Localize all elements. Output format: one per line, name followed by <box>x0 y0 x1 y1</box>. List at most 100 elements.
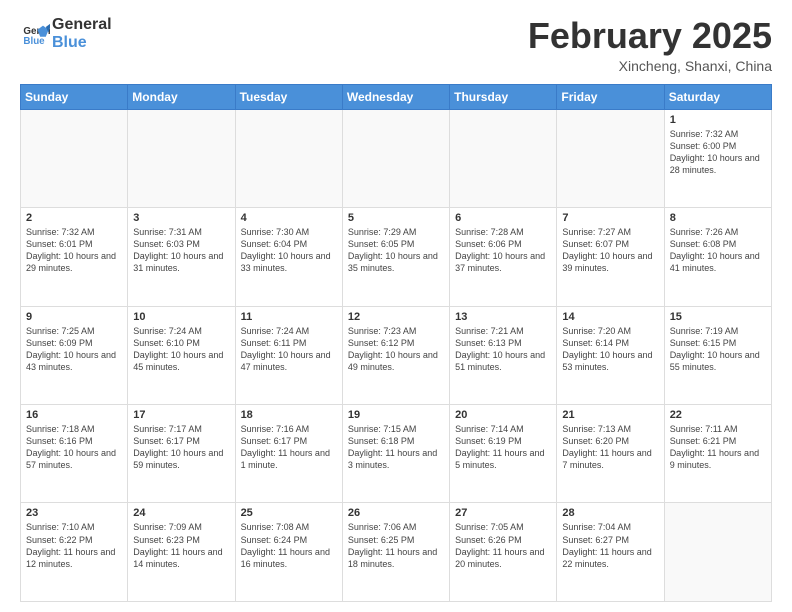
day-cell: 4 Sunrise: 7:30 AM Sunset: 6:04 PM Daylig… <box>235 208 342 306</box>
day-info: Sunrise: 7:28 AM Sunset: 6:06 PM Dayligh… <box>455 226 551 275</box>
day-number: 7 <box>562 212 658 224</box>
week-row-3: 9 Sunrise: 7:25 AM Sunset: 6:09 PM Daylig… <box>21 306 772 404</box>
day-info: Sunrise: 7:32 AM Sunset: 6:00 PM Dayligh… <box>670 128 766 177</box>
day-number: 2 <box>26 212 122 224</box>
day-number: 27 <box>455 507 551 519</box>
day-info: Sunrise: 7:23 AM Sunset: 6:12 PM Dayligh… <box>348 325 444 374</box>
day-cell: 15 Sunrise: 7:19 AM Sunset: 6:15 PM Dayli… <box>664 306 771 404</box>
day-number: 26 <box>348 507 444 519</box>
weekday-saturday: Saturday <box>664 84 771 109</box>
day-info: Sunrise: 7:20 AM Sunset: 6:14 PM Dayligh… <box>562 325 658 374</box>
day-cell: 27 Sunrise: 7:05 AM Sunset: 6:26 PM Dayli… <box>450 503 557 602</box>
day-cell <box>450 109 557 207</box>
day-info: Sunrise: 7:25 AM Sunset: 6:09 PM Dayligh… <box>26 325 122 374</box>
day-info: Sunrise: 7:21 AM Sunset: 6:13 PM Dayligh… <box>455 325 551 374</box>
day-info: Sunrise: 7:27 AM Sunset: 6:07 PM Dayligh… <box>562 226 658 275</box>
day-cell: 7 Sunrise: 7:27 AM Sunset: 6:07 PM Daylig… <box>557 208 664 306</box>
day-number: 14 <box>562 311 658 323</box>
day-cell: 20 Sunrise: 7:14 AM Sunset: 6:19 PM Dayli… <box>450 405 557 503</box>
day-info: Sunrise: 7:09 AM Sunset: 6:23 PM Dayligh… <box>133 521 229 570</box>
day-info: Sunrise: 7:26 AM Sunset: 6:08 PM Dayligh… <box>670 226 766 275</box>
day-number: 12 <box>348 311 444 323</box>
day-info: Sunrise: 7:04 AM Sunset: 6:27 PM Dayligh… <box>562 521 658 570</box>
day-info: Sunrise: 7:19 AM Sunset: 6:15 PM Dayligh… <box>670 325 766 374</box>
day-info: Sunrise: 7:29 AM Sunset: 6:05 PM Dayligh… <box>348 226 444 275</box>
day-cell: 17Sunrise: 7:17 AM Sunset: 6:17 PM Dayli… <box>128 405 235 503</box>
day-cell: 11Sunrise: 7:24 AM Sunset: 6:11 PM Dayli… <box>235 306 342 404</box>
weekday-monday: Monday <box>128 84 235 109</box>
weekday-sunday: Sunday <box>21 84 128 109</box>
day-cell <box>235 109 342 207</box>
day-cell: 19Sunrise: 7:15 AM Sunset: 6:18 PM Dayli… <box>342 405 449 503</box>
day-number: 15 <box>670 311 766 323</box>
day-number: 18 <box>241 409 337 421</box>
weekday-thursday: Thursday <box>450 84 557 109</box>
day-cell: 26 Sunrise: 7:06 AM Sunset: 6:25 PM Dayli… <box>342 503 449 602</box>
day-cell: 13 Sunrise: 7:21 AM Sunset: 6:13 PM Dayli… <box>450 306 557 404</box>
day-cell: 23Sunrise: 7:10 AM Sunset: 6:22 PM Dayli… <box>21 503 128 602</box>
day-number: 6 <box>455 212 551 224</box>
day-number: 17 <box>133 409 229 421</box>
calendar-table: SundayMondayTuesdayWednesdayThursdayFrid… <box>20 84 772 602</box>
month-title: February 2025 <box>528 16 772 56</box>
day-info: Sunrise: 7:11 AM Sunset: 6:21 PM Dayligh… <box>670 423 766 472</box>
logo-general: General <box>52 16 112 34</box>
day-info: Sunrise: 7:14 AM Sunset: 6:19 PM Dayligh… <box>455 423 551 472</box>
location: Xincheng, Shanxi, China <box>528 58 772 74</box>
day-number: 23 <box>26 507 122 519</box>
day-cell: 25 Sunrise: 7:08 AM Sunset: 6:24 PM Dayli… <box>235 503 342 602</box>
day-info: Sunrise: 7:13 AM Sunset: 6:20 PM Dayligh… <box>562 423 658 472</box>
day-cell: 16 Sunrise: 7:18 AM Sunset: 6:16 PM Dayli… <box>21 405 128 503</box>
day-number: 25 <box>241 507 337 519</box>
day-number: 19 <box>348 409 444 421</box>
day-info: Sunrise: 7:24 AM Sunset: 6:10 PM Dayligh… <box>133 325 229 374</box>
day-info: Sunrise: 7:08 AM Sunset: 6:24 PM Dayligh… <box>241 521 337 570</box>
logo-blue: Blue <box>52 34 112 52</box>
day-cell: 10 Sunrise: 7:24 AM Sunset: 6:10 PM Dayli… <box>128 306 235 404</box>
day-cell <box>21 109 128 207</box>
day-cell <box>342 109 449 207</box>
day-info: Sunrise: 7:18 AM Sunset: 6:16 PM Dayligh… <box>26 423 122 472</box>
day-number: 8 <box>670 212 766 224</box>
day-info: Sunrise: 7:30 AM Sunset: 6:04 PM Dayligh… <box>241 226 337 275</box>
day-cell: 6 Sunrise: 7:28 AM Sunset: 6:06 PM Daylig… <box>450 208 557 306</box>
day-cell: 14 Sunrise: 7:20 AM Sunset: 6:14 PM Dayli… <box>557 306 664 404</box>
logo: General Blue General Blue <box>20 16 112 53</box>
weekday-friday: Friday <box>557 84 664 109</box>
weekday-wednesday: Wednesday <box>342 84 449 109</box>
day-number: 20 <box>455 409 551 421</box>
day-number: 9 <box>26 311 122 323</box>
day-cell: 2Sunrise: 7:32 AM Sunset: 6:01 PM Daylig… <box>21 208 128 306</box>
week-row-4: 16 Sunrise: 7:18 AM Sunset: 6:16 PM Dayli… <box>21 405 772 503</box>
day-number: 21 <box>562 409 658 421</box>
day-cell: 28 Sunrise: 7:04 AM Sunset: 6:27 PM Dayli… <box>557 503 664 602</box>
day-number: 22 <box>670 409 766 421</box>
week-row-2: 2Sunrise: 7:32 AM Sunset: 6:01 PM Daylig… <box>21 208 772 306</box>
day-number: 16 <box>26 409 122 421</box>
day-cell: 1 Sunrise: 7:32 AM Sunset: 6:00 PM Daylig… <box>664 109 771 207</box>
day-cell: 3 Sunrise: 7:31 AM Sunset: 6:03 PM Daylig… <box>128 208 235 306</box>
day-info: Sunrise: 7:06 AM Sunset: 6:25 PM Dayligh… <box>348 521 444 570</box>
day-cell: 9 Sunrise: 7:25 AM Sunset: 6:09 PM Daylig… <box>21 306 128 404</box>
day-number: 24 <box>133 507 229 519</box>
day-number: 13 <box>455 311 551 323</box>
day-number: 10 <box>133 311 229 323</box>
day-info: Sunrise: 7:31 AM Sunset: 6:03 PM Dayligh… <box>133 226 229 275</box>
header: General Blue General Blue February 2025 … <box>20 16 772 74</box>
day-number: 28 <box>562 507 658 519</box>
title-block: February 2025 Xincheng, Shanxi, China <box>528 16 772 74</box>
week-row-1: 1 Sunrise: 7:32 AM Sunset: 6:00 PM Daylig… <box>21 109 772 207</box>
day-cell: 18Sunrise: 7:16 AM Sunset: 6:17 PM Dayli… <box>235 405 342 503</box>
day-cell: 8 Sunrise: 7:26 AM Sunset: 6:08 PM Daylig… <box>664 208 771 306</box>
svg-text:Blue: Blue <box>23 36 45 47</box>
logo-icon: General Blue <box>22 20 50 48</box>
day-cell <box>557 109 664 207</box>
day-number: 5 <box>348 212 444 224</box>
day-number: 11 <box>241 311 337 323</box>
page: General Blue General Blue February 2025 … <box>0 0 792 612</box>
day-info: Sunrise: 7:05 AM Sunset: 6:26 PM Dayligh… <box>455 521 551 570</box>
day-number: 1 <box>670 114 766 126</box>
day-number: 3 <box>133 212 229 224</box>
day-number: 4 <box>241 212 337 224</box>
weekday-tuesday: Tuesday <box>235 84 342 109</box>
